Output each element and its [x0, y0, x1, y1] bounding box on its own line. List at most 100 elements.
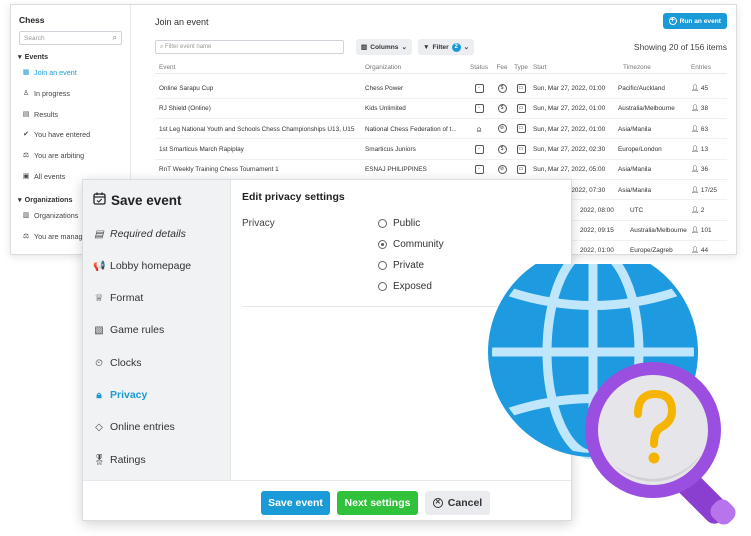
document-icon: ▤ [22, 110, 30, 118]
nav-game-rules[interactable]: ▧ Game rules [93, 324, 164, 336]
scales-icon: ⚖ [22, 232, 30, 240]
radio-icon [378, 261, 387, 270]
event-timezone: Pacific/Auckland [618, 85, 665, 92]
dialog-title: Save event [93, 192, 182, 208]
event-timezone: Australia/Melbourne [618, 105, 675, 113]
privacy-option-private[interactable]: Private [378, 260, 424, 271]
run-event-button[interactable]: + Run an event [662, 13, 727, 29]
nav-ratings[interactable]: 🎖︎ Ratings [93, 454, 146, 466]
nav-format[interactable]: ♕ Format [93, 292, 144, 304]
table-row[interactable]: RJ Shield (Online) Kids Unlimited ▫ $ ▭ Sun, … [155, 100, 727, 120]
cancel-button[interactable]: ✕ Cancel [425, 491, 490, 515]
no-fee-icon: ⊘ [497, 165, 507, 174]
fee-cell: ⊘ [493, 121, 511, 139]
event-organization: National Chess Federation of t... [365, 125, 457, 133]
event-entries: 👤︎ 45 [691, 85, 709, 92]
sidebar-item-results[interactable]: ▤ Results [11, 105, 130, 126]
col-timezone[interactable]: Timezone [623, 62, 651, 73]
person-icon: 👤︎ [691, 85, 700, 92]
monitor-icon: ▭ [516, 104, 526, 114]
sidebar-group-events[interactable]: ▾ Events [11, 51, 130, 63]
table-row[interactable]: 1st Leg National Youth and Schools Chess… [155, 121, 727, 140]
event-entries: 👤︎ 2 [691, 206, 705, 214]
building-icon: ▦ [22, 69, 30, 76]
privacy-option-community[interactable]: Community [378, 239, 444, 250]
sidebar-item-entered[interactable]: ✔ You have entered [11, 125, 130, 146]
lock-icon: ▫ [474, 165, 484, 174]
col-type[interactable]: Type [512, 62, 530, 73]
sidebar-search-input[interactable]: Search ⌕ [19, 31, 122, 45]
calendar-icon [93, 192, 106, 208]
monitor-icon: ▭ [516, 83, 526, 93]
caret-down-icon: ▾ [18, 52, 22, 61]
person-icon: 👤︎ [691, 166, 700, 174]
col-status[interactable]: Status [468, 62, 490, 73]
filter-count-badge: 2 [451, 42, 461, 52]
person-icon: 👤︎ [691, 227, 700, 235]
privacy-option-public[interactable]: Public [378, 218, 420, 229]
tag-icon: ◇ [95, 421, 103, 433]
list-icon: ▤ [94, 228, 104, 240]
monitor-icon: ▭ [516, 165, 526, 174]
plus-circle-icon: + [668, 17, 677, 25]
event-organization: Chess Power [365, 85, 404, 92]
table-row[interactable]: RnT Weekly Training Chess Tournament 1 ES… [155, 161, 727, 181]
event-entries: 👤︎ 17/25 [691, 186, 717, 194]
event-timezone: Europe/London [618, 145, 662, 153]
status-cell: ▫ [468, 100, 490, 118]
save-event-button[interactable]: Save event [261, 491, 330, 515]
lock-icon: ▫ [474, 104, 484, 114]
rules-icon: ▧ [94, 324, 104, 336]
fee-icon: $ [497, 104, 507, 114]
filter-button[interactable]: ▼ Filter 2 ⌄ [418, 39, 475, 55]
chevron-down-icon: ⌄ [463, 44, 470, 51]
type-cell: ▭ [512, 161, 530, 179]
event-organization: ESNAJ PHILIPPINES [365, 166, 427, 174]
person-icon: 👤︎ [691, 186, 700, 194]
event-entries: 👤︎ 101 [691, 227, 712, 235]
event-timezone: Asia/Manila [618, 166, 652, 174]
caret-down-icon: ▾ [18, 194, 22, 204]
sidebar-item-arbiting[interactable]: ⚖ You are arbiting [11, 146, 130, 167]
table-row[interactable]: Online Sarapu Cup Chess Power ▫ $ ▭ Sun, Mar … [155, 80, 727, 99]
filter-event-input[interactable]: ⌕ Filter event name [155, 40, 344, 54]
lock-icon: ▫ [474, 83, 484, 93]
scales-icon: ⚖ [22, 152, 30, 160]
person-icon: 👤︎ [691, 206, 700, 214]
nav-clocks[interactable]: ⏲ Clocks [93, 357, 141, 369]
status-cell: ▫ [468, 161, 490, 179]
sidebar-item-in-progress[interactable]: ♙ In progress [11, 84, 130, 105]
table-row[interactable]: 1st Smarticus March Rapiplay Smarticus Ju… [155, 141, 727, 160]
col-entries[interactable]: Entries [691, 62, 731, 73]
next-settings-button[interactable]: Next settings [337, 491, 418, 515]
search-placeholder: Search [24, 34, 45, 42]
radio-icon [378, 282, 387, 291]
filter-icon: ▼ [423, 43, 430, 51]
event-entries: 👤︎ 44 [691, 247, 709, 255]
chevron-down-icon: ⌄ [401, 44, 407, 51]
columns-button[interactable]: ▥ Columns ⌄ [356, 39, 412, 55]
event-timezone: Asia/Manila [618, 125, 652, 133]
fee-cell: $ [493, 80, 511, 98]
lock-icon: 🔒︎ [96, 389, 102, 401]
close-circle-icon: ✕ [432, 498, 443, 508]
event-entries: 👤︎ 63 [691, 125, 709, 133]
col-fee[interactable]: Fee [493, 62, 511, 73]
privacy-option-exposed[interactable]: Exposed [378, 281, 432, 292]
event-entries: 👤︎ 13 [691, 145, 709, 153]
nav-lobby-homepage[interactable]: 📢 Lobby homepage [93, 260, 191, 272]
table-header: Event Organization Status Fee Type Start… [155, 62, 727, 74]
nav-online-entries[interactable]: ◇ Online entries [93, 421, 175, 433]
sidebar-item-join-event[interactable]: ▦ Join an event [11, 63, 130, 84]
col-organization[interactable]: Organization [365, 62, 475, 73]
nav-privacy[interactable]: 🔒︎ Privacy [93, 389, 147, 401]
globe-magnifier-illustration [488, 264, 736, 525]
status-cell: ▫ [468, 80, 490, 98]
col-event[interactable]: Event [159, 62, 359, 73]
nav-required-details[interactable]: ▤ Required details [93, 228, 186, 240]
radio-selected-icon [378, 240, 387, 249]
status-cell: ⍝ [468, 121, 490, 140]
event-organization: Smarticus Juniors [365, 145, 416, 153]
page-title: Join an event [155, 17, 209, 27]
fee-icon: $ [497, 83, 507, 93]
